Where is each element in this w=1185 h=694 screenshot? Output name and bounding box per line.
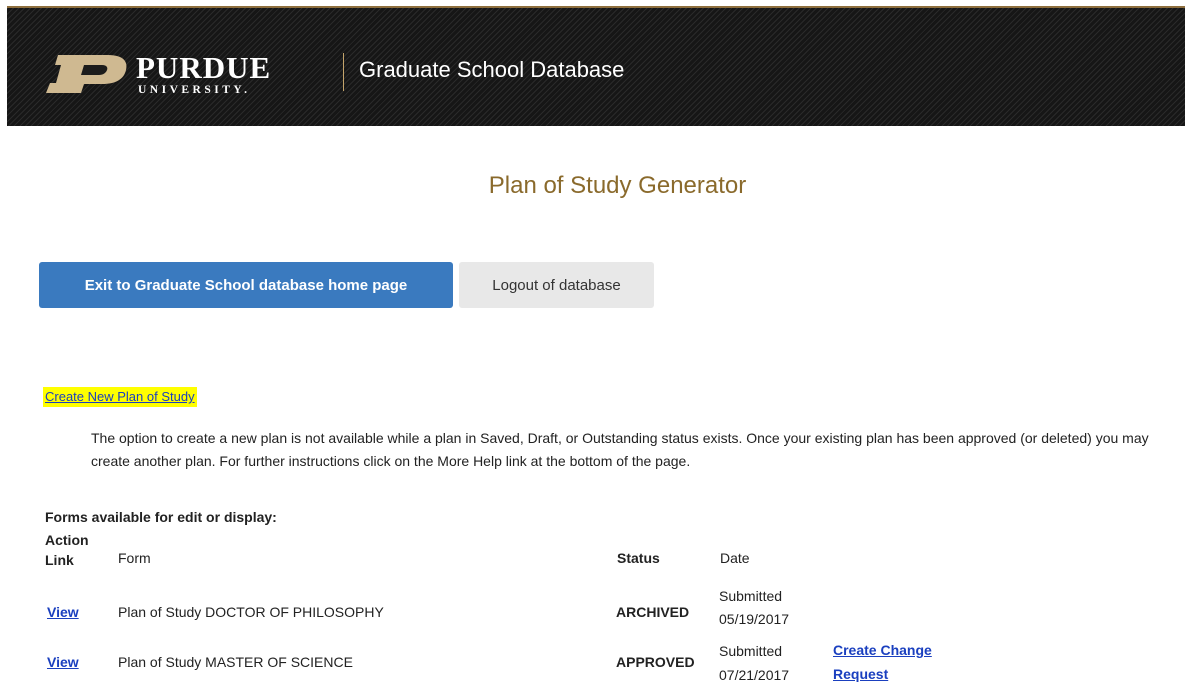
- logo-wordmark: PURDUE UNIVERSITY.: [136, 52, 271, 97]
- logout-button[interactable]: Logout of database: [459, 262, 654, 308]
- header-status: Status: [617, 550, 660, 566]
- page: PURDUE UNIVERSITY. Graduate School Datab…: [0, 0, 1185, 694]
- forms-label: Forms available for edit or display:: [45, 509, 277, 525]
- create-new-plan-link[interactable]: Create New Plan of Study: [43, 387, 197, 407]
- view-link[interactable]: View: [47, 604, 79, 620]
- page-title: Plan of Study Generator: [488, 172, 747, 199]
- logo-word: PURDUE: [136, 49, 272, 85]
- create-change-request-link[interactable]: Create Change: [833, 642, 932, 658]
- info-text: The option to create a new plan is not a…: [91, 430, 1149, 469]
- status-badge: APPROVED: [616, 654, 695, 670]
- view-link[interactable]: View: [47, 654, 79, 670]
- date-label: Submitted: [719, 588, 783, 604]
- exit-home-button[interactable]: Exit to Graduate School database home pa…: [39, 262, 453, 308]
- header-action-link: Action Link: [45, 532, 89, 568]
- date-value: 05/19/2017: [719, 611, 790, 627]
- header-divider: [343, 53, 344, 91]
- header-form: Form: [118, 550, 151, 566]
- date-value: 07/21/2017: [719, 667, 790, 683]
- purdue-logo[interactable]: PURDUE UNIVERSITY.: [44, 46, 271, 102]
- form-name: Plan of Study MASTER OF SCIENCE: [118, 654, 353, 670]
- form-name: Plan of Study DOCTOR OF PHILOSOPHY: [118, 604, 384, 620]
- status-badge: ARCHIVED: [616, 604, 690, 620]
- create-change-request-link-line2[interactable]: Request: [833, 666, 888, 682]
- date-label: Submitted: [719, 643, 783, 659]
- header-date: Date: [720, 550, 750, 566]
- site-header: PURDUE UNIVERSITY. Graduate School Datab…: [7, 6, 1185, 126]
- purdue-p-logo-icon: [46, 55, 127, 93]
- logo-sub: UNIVERSITY.: [138, 83, 251, 96]
- header-title: Graduate School Database: [359, 57, 625, 82]
